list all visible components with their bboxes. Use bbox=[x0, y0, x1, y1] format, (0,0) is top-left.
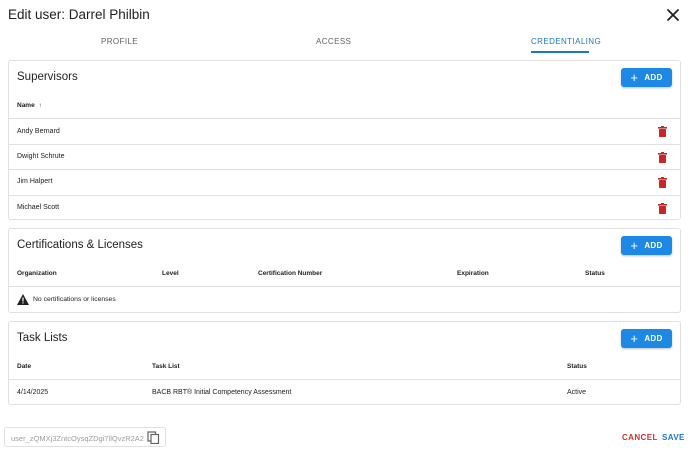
plus-icon: + bbox=[630, 238, 639, 253]
column-header-name-label: Name bbox=[17, 102, 35, 109]
plus-icon: + bbox=[630, 331, 639, 346]
save-button[interactable]: SAVE bbox=[662, 433, 685, 442]
task-lists-title: Task Lists bbox=[17, 332, 68, 344]
column-header-organization: Organization bbox=[17, 270, 57, 277]
empty-row: No certifications or licenses bbox=[9, 286, 680, 313]
column-header-status: Status bbox=[585, 270, 605, 277]
task-list-name: BACB RBT® Initial Competency Assessment bbox=[152, 389, 292, 396]
warning-icon bbox=[17, 294, 29, 305]
dialog-header: Edit user: Darrel Philbin bbox=[0, 0, 688, 30]
column-header-status: Status bbox=[567, 363, 587, 370]
arrow-up-icon: ↑ bbox=[38, 102, 42, 109]
column-header-level: Level bbox=[162, 270, 179, 277]
trash-icon[interactable] bbox=[658, 126, 667, 137]
trash-icon[interactable] bbox=[658, 177, 667, 188]
table-row[interactable]: 4/14/2025 BACB RBT® Initial Competency A… bbox=[9, 379, 680, 405]
column-header-expiration: Expiration bbox=[457, 270, 489, 277]
supervisor-name: Jim Halpert bbox=[17, 178, 53, 185]
add-certification-label: ADD bbox=[644, 241, 663, 250]
tab-access[interactable]: ACCESS bbox=[316, 37, 351, 46]
tab-profile[interactable]: PROFILE bbox=[101, 37, 138, 46]
certifications-card: Certifications & Licenses + ADD Organiza… bbox=[8, 228, 681, 313]
column-header-name[interactable]: Name ↑ bbox=[17, 102, 42, 109]
empty-message: No certifications or licenses bbox=[33, 296, 116, 303]
add-certification-button[interactable]: + ADD bbox=[621, 236, 672, 255]
dialog-title: Edit user: Darrel Philbin bbox=[8, 7, 150, 22]
column-header-date: Date bbox=[17, 363, 32, 370]
supervisors-card: Supervisors + ADD Name ↑ Andy Bernard Dw… bbox=[8, 60, 681, 220]
table-row: Andy Bernard bbox=[9, 118, 680, 144]
supervisor-name: Dwight Schrute bbox=[17, 153, 65, 160]
add-supervisor-button[interactable]: + ADD bbox=[621, 68, 672, 87]
user-id-field[interactable]: user_zQMXj3ZntcOysqZDgi7llQvzR2A2 bbox=[4, 427, 166, 447]
column-header-task-list: Task List bbox=[152, 363, 180, 370]
user-id-value: user_zQMXj3ZntcOysqZDgi7llQvzR2A2 bbox=[11, 434, 144, 443]
tab-credentialing[interactable]: CREDENTIALING bbox=[531, 37, 601, 46]
add-task-list-label: ADD bbox=[644, 334, 663, 343]
table-row: Dwight Schrute bbox=[9, 144, 680, 169]
copy-icon[interactable] bbox=[147, 431, 160, 444]
active-tab-indicator bbox=[531, 51, 589, 53]
certifications-title: Certifications & Licenses bbox=[17, 239, 143, 251]
cancel-button[interactable]: CANCEL bbox=[622, 433, 658, 442]
trash-icon[interactable] bbox=[658, 152, 667, 163]
plus-icon: + bbox=[630, 70, 639, 85]
task-lists-card: Task Lists + ADD Date Task List Status 4… bbox=[8, 321, 681, 405]
add-supervisor-label: ADD bbox=[644, 73, 663, 82]
supervisor-name: Andy Bernard bbox=[17, 128, 60, 135]
table-row: Michael Scott bbox=[9, 195, 680, 220]
task-status: Active bbox=[567, 389, 587, 396]
table-row: Jim Halpert bbox=[9, 169, 680, 195]
close-icon[interactable] bbox=[665, 7, 681, 23]
column-header-certification-number: Certification Number bbox=[258, 270, 323, 277]
trash-icon[interactable] bbox=[658, 203, 667, 214]
supervisors-title: Supervisors bbox=[17, 71, 78, 83]
add-task-list-button[interactable]: + ADD bbox=[621, 329, 672, 348]
supervisor-name: Michael Scott bbox=[17, 204, 60, 211]
task-date: 4/14/2025 bbox=[17, 389, 49, 396]
